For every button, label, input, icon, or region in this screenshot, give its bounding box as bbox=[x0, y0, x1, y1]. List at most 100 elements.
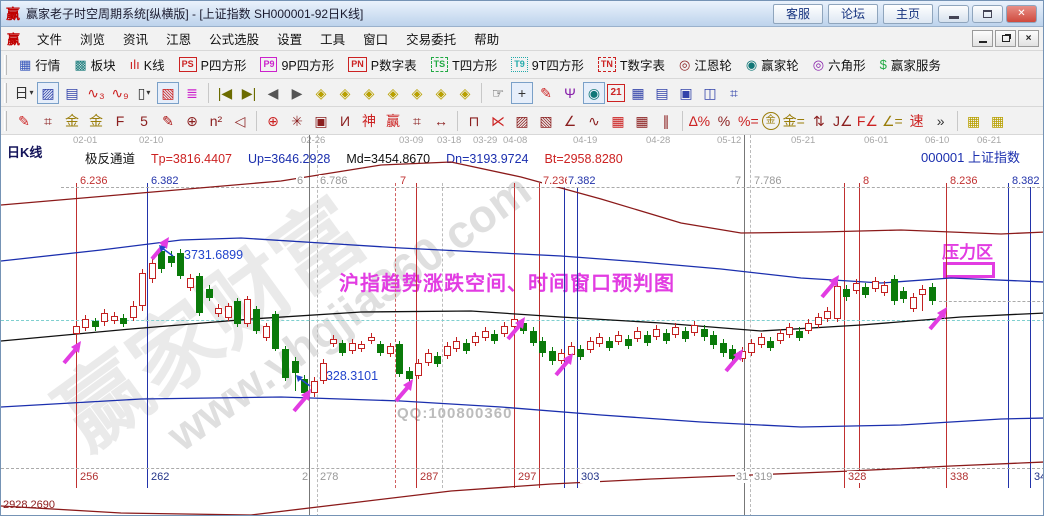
gold-lines-icon[interactable]: 金= bbox=[782, 110, 806, 132]
f-ruler-icon[interactable]: F bbox=[109, 110, 131, 132]
jump-right-icon[interactable]: ◈ bbox=[334, 82, 356, 104]
restore-button[interactable] bbox=[972, 5, 1003, 23]
gann-box2-icon[interactable]: ▧ bbox=[535, 110, 557, 132]
ying-tool-icon[interactable]: 赢 bbox=[382, 110, 404, 132]
9p-square-button[interactable]: P99P四方形 bbox=[260, 55, 334, 74]
first-page-icon[interactable]: |◀ bbox=[214, 82, 236, 104]
volume-profile-icon[interactable]: ≣ bbox=[181, 82, 203, 104]
toolbar-grip[interactable] bbox=[4, 55, 7, 75]
pattern-window-icon[interactable]: ▨ bbox=[37, 82, 59, 104]
gold-ruler-icon[interactable]: 金 bbox=[61, 110, 83, 132]
i-tool-icon[interactable]: И bbox=[334, 110, 356, 132]
grid-red-icon[interactable]: ▦ bbox=[607, 110, 629, 132]
wave-9-icon[interactable]: ∿₉ bbox=[109, 82, 131, 104]
menu-item-2[interactable]: 资讯 bbox=[114, 27, 157, 50]
cycle-window-icon[interactable]: ▧ bbox=[157, 82, 179, 104]
info-report-icon[interactable]: ▤ bbox=[61, 82, 83, 104]
menu-item-9[interactable]: 帮助 bbox=[465, 27, 508, 50]
gold-speed-icon[interactable]: ∠= bbox=[881, 110, 904, 132]
candle-style-icon[interactable]: ▯▾ bbox=[133, 82, 155, 104]
hexagon-button[interactable]: ◎六角形 bbox=[813, 55, 866, 74]
shen-tool-icon[interactable]: 神 bbox=[358, 110, 380, 132]
layout-grid-icon[interactable]: ▦ bbox=[963, 110, 985, 132]
angle-j-icon[interactable]: J∠ bbox=[832, 110, 854, 132]
child-restore-button[interactable] bbox=[995, 30, 1016, 47]
calendar-icon[interactable]: 21 bbox=[607, 84, 625, 102]
percent-lines-icon[interactable]: %= bbox=[737, 110, 760, 132]
quotes-button[interactable]: ▦行情 bbox=[19, 55, 60, 74]
circle-ruler-icon[interactable]: ⊕ bbox=[181, 110, 203, 132]
t-table-button[interactable]: TNT数字表 bbox=[598, 55, 665, 74]
memo-icon[interactable]: ▤ bbox=[651, 82, 673, 104]
kline-style-icon[interactable]: 日▾ bbox=[13, 82, 35, 104]
child-close-button[interactable]: × bbox=[1018, 30, 1039, 47]
save-icon[interactable]: ▣ bbox=[675, 82, 697, 104]
zoom-out-icon[interactable]: ◈ bbox=[430, 82, 452, 104]
support-button[interactable]: 客服 bbox=[773, 4, 823, 24]
menu-item-1[interactable]: 浏览 bbox=[71, 27, 114, 50]
gann-box-star-icon[interactable]: ▣ bbox=[310, 110, 332, 132]
gold-ruler2-icon[interactable]: 金 bbox=[85, 110, 107, 132]
menu-item-3[interactable]: 江恩 bbox=[157, 27, 200, 50]
marker-icon[interactable]: ✎ bbox=[157, 110, 179, 132]
fan-lines-icon[interactable]: ⋉ bbox=[487, 110, 509, 132]
five-ruler-icon[interactable]: 5 bbox=[133, 110, 155, 132]
jump-left-icon[interactable]: ◈ bbox=[310, 82, 332, 104]
9t-square-button[interactable]: T99T四方形 bbox=[511, 55, 584, 74]
toolbar-grip[interactable] bbox=[4, 83, 7, 103]
menu-item-4[interactable]: 公式选股 bbox=[200, 27, 268, 50]
winner-wheel-button[interactable]: ◉赢家轮 bbox=[746, 55, 799, 74]
p-table-button[interactable]: PNP数字表 bbox=[348, 55, 416, 74]
percent-icon[interactable]: % bbox=[713, 110, 735, 132]
wave-3-icon[interactable]: ∿₃ bbox=[85, 82, 107, 104]
home-button[interactable]: 主页 bbox=[883, 4, 933, 24]
zoom-in-icon[interactable]: ◈ bbox=[406, 82, 428, 104]
menu-item-8[interactable]: 交易委托 bbox=[397, 27, 465, 50]
menu-item-6[interactable]: 工具 bbox=[311, 27, 354, 50]
last-page-icon[interactable]: ▶| bbox=[238, 82, 260, 104]
brain-tool-icon[interactable]: ◉ bbox=[583, 82, 605, 104]
sectors-button[interactable]: ▩板块 bbox=[74, 55, 115, 74]
crosshair-tool-icon[interactable]: + bbox=[511, 82, 533, 104]
gold-circle-icon[interactable]: 金 bbox=[762, 112, 780, 130]
parallel-lines-icon[interactable]: ∥ bbox=[655, 110, 677, 132]
prev-page-icon[interactable]: ◀ bbox=[262, 82, 284, 104]
expand-icon[interactable]: ◈ bbox=[382, 82, 404, 104]
forum-button[interactable]: 论坛 bbox=[828, 4, 878, 24]
angle-ruler-icon[interactable]: ◁ bbox=[229, 110, 251, 132]
fit-view-icon[interactable]: ◈ bbox=[454, 82, 476, 104]
width-tool-icon[interactable]: ↔ bbox=[430, 110, 452, 132]
calculator-icon[interactable]: ▦ bbox=[627, 82, 649, 104]
kline-chart[interactable]: 赢家财富 www.yhgjia360.com 日K线 极反通道Tp=3816.4… bbox=[1, 135, 1044, 516]
angle-f-icon[interactable]: F∠ bbox=[856, 110, 879, 132]
speed-angle-icon[interactable]: 速 bbox=[906, 110, 928, 132]
hand-tool-icon[interactable]: ☞ bbox=[487, 82, 509, 104]
toolbar-grip[interactable] bbox=[4, 111, 7, 131]
compress-icon[interactable]: ◈ bbox=[358, 82, 380, 104]
winner-service-button[interactable]: $赢家服务 bbox=[880, 55, 941, 74]
t-square-button[interactable]: TST四方形 bbox=[431, 55, 498, 74]
gann-tool-icon[interactable]: Ψ bbox=[559, 82, 581, 104]
menu-item-0[interactable]: 文件 bbox=[28, 27, 71, 50]
comb-ruler-icon[interactable]: ⌗ bbox=[37, 110, 59, 132]
menu-item-5[interactable]: 设置 bbox=[268, 27, 311, 50]
pen-tool-icon[interactable]: ✎ bbox=[535, 82, 557, 104]
close-button[interactable]: ✕ bbox=[1006, 5, 1037, 23]
minimize-button[interactable] bbox=[938, 5, 969, 23]
ruler-123-icon[interactable]: ⌗ bbox=[406, 110, 428, 132]
child-minimize-button[interactable] bbox=[972, 30, 993, 47]
p-square-button[interactable]: PSP四方形 bbox=[179, 55, 247, 74]
zigzag-icon[interactable]: ∿ bbox=[583, 110, 605, 132]
workstation-icon[interactable]: ⌗ bbox=[723, 82, 745, 104]
box-tool-icon[interactable]: ⊓ bbox=[463, 110, 485, 132]
price-marker-icon[interactable]: ⇅ bbox=[808, 110, 830, 132]
trend-angle-icon[interactable]: ∠ bbox=[559, 110, 581, 132]
grid-arrow-icon[interactable]: ▦ bbox=[631, 110, 653, 132]
layout-grid2-icon[interactable]: ▦ bbox=[987, 110, 1009, 132]
n2-ruler-icon[interactable]: n² bbox=[205, 110, 227, 132]
gann-wheel-button[interactable]: ◎江恩轮 bbox=[679, 55, 732, 74]
pencil-icon[interactable]: ✎ bbox=[13, 110, 35, 132]
gann-circle-icon[interactable]: ⊕ bbox=[262, 110, 284, 132]
percent-range-icon[interactable]: ∆% bbox=[688, 110, 711, 132]
more-tools-icon[interactable]: » bbox=[930, 110, 952, 132]
